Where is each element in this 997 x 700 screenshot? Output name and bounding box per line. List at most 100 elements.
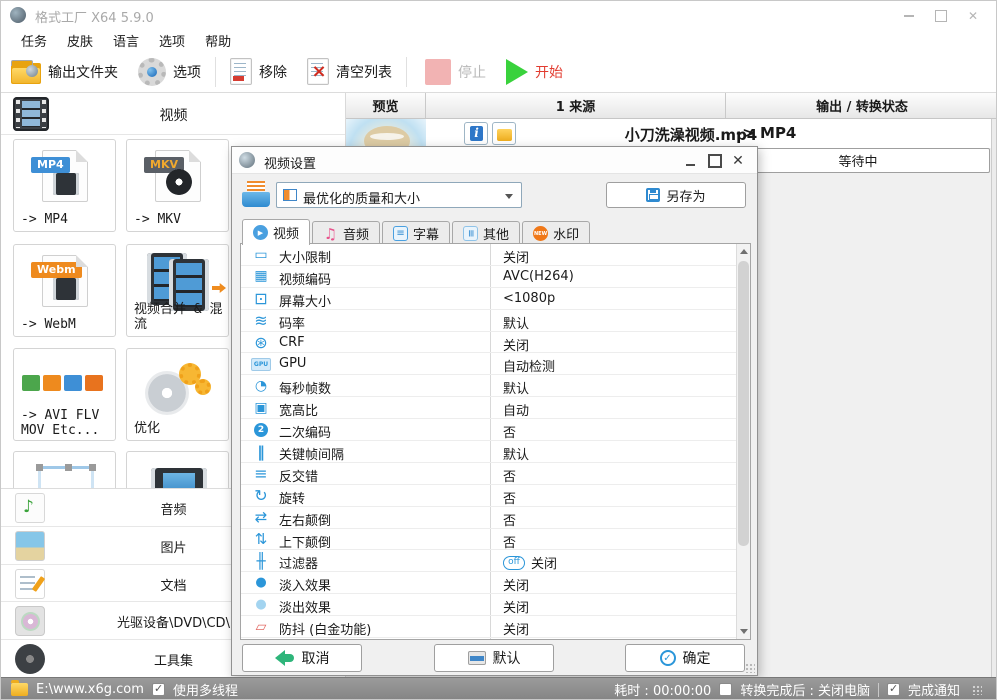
start-button[interactable]: 开始 <box>496 54 573 90</box>
setting-row-stabilize[interactable]: 防抖 (白金功能) 关闭 <box>241 616 750 638</box>
check-circle-icon <box>659 650 676 666</box>
media-info-button[interactable] <box>464 122 488 145</box>
setting-row-fade-in[interactable]: 淡入效果 关闭 <box>241 572 750 594</box>
tile-video-merge[interactable]: 视频合并 & 混流 <box>126 244 229 337</box>
new-badge-icon: NEW <box>533 226 549 241</box>
mkv-file-icon: MKV <box>144 150 201 202</box>
keyframe-bars-icon <box>251 443 271 460</box>
ruler-icon <box>251 246 271 263</box>
output-folder-button[interactable]: 输出文件夹 <box>1 54 128 90</box>
setting-row-deinterlace[interactable]: 反交错 否 <box>241 463 750 485</box>
tab-audio[interactable]: 音频 <box>312 221 381 245</box>
tile-to-mkv[interactable]: MKV -> MKV <box>126 139 229 232</box>
stop-button[interactable]: 停止 <box>415 54 496 90</box>
tile-label: -> AVI FLV MOV Etc... <box>21 408 108 438</box>
menu-language[interactable]: 语言 <box>113 31 139 50</box>
setting-row-fps[interactable]: 每秒帧数 默认 <box>241 375 750 397</box>
profile-chip-icon <box>283 189 297 201</box>
options-button[interactable]: 选项 <box>128 54 211 90</box>
tab-video[interactable]: 视频 <box>242 219 311 245</box>
stabilize-frame-icon <box>251 618 271 635</box>
setting-row-flip-horizontal[interactable]: 左右颠倒 否 <box>241 507 750 529</box>
elapsed-time: 耗时 : 00:00:00 <box>614 684 712 699</box>
notify-checkbox[interactable] <box>886 682 900 696</box>
setting-row-filter[interactable]: 过滤器 off 关闭 <box>241 550 750 572</box>
dialog-app-icon <box>239 152 255 168</box>
setting-row-bitrate[interactable]: 码率 默认 <box>241 310 750 332</box>
sidebar-header-video[interactable]: 视频 <box>1 93 345 135</box>
menu-task[interactable]: 任务 <box>21 31 47 50</box>
save-as-button[interactable]: 另存为 <box>606 182 746 208</box>
setting-row-two-pass[interactable]: 2 二次编码 否 <box>241 419 750 441</box>
tile-to-mp4[interactable]: MP4 -> MP4 <box>13 139 116 232</box>
header-source[interactable]: 1 来源 <box>426 93 726 118</box>
minimize-button[interactable] <box>896 7 922 25</box>
scroll-down-icon[interactable] <box>737 624 750 639</box>
app-window: 格式工厂 X64 5.9.0 任务 皮肤 语言 选项 帮助 输出文件夹 选项 移… <box>0 0 997 700</box>
setting-row-keyframe-interval[interactable]: 关键帧间隔 默认 <box>241 441 750 463</box>
setting-row-aspect-ratio[interactable]: 宽高比 自动 <box>241 397 750 419</box>
output-folder-icon <box>11 59 41 84</box>
setting-row-fade-out[interactable]: 淡出效果 关闭 <box>241 594 750 616</box>
open-folder-button[interactable] <box>492 122 516 145</box>
window-resize-grip[interactable] <box>972 684 982 695</box>
clear-list-button[interactable]: × 清空列表 <box>297 54 402 90</box>
setting-row-video-codec[interactable]: 视频编码 AVC(H264) <box>241 266 750 288</box>
scroll-up-icon[interactable] <box>737 244 750 259</box>
profile-dropdown[interactable]: 最优化的质量和大小 <box>276 182 522 208</box>
multithread-checkbox[interactable] <box>151 682 165 696</box>
default-stamp-icon <box>467 651 486 665</box>
dialog-title-bar[interactable]: 视频设置 <box>232 147 757 174</box>
ok-label: 确定 <box>682 651 711 667</box>
multithread-label: 使用多线程 <box>172 684 238 699</box>
setting-row-flip-vertical[interactable]: 上下颠倒 否 <box>241 529 750 551</box>
remove-doc-icon <box>230 58 252 85</box>
setting-row-gpu[interactable]: GPU GPU 自动检测 <box>241 353 750 375</box>
header-preview[interactable]: 预览 <box>346 93 426 118</box>
maximize-button[interactable] <box>928 7 954 25</box>
ok-button[interactable]: 确定 <box>625 644 745 672</box>
format-chips-icon <box>22 375 103 391</box>
mp4-file-icon: MP4 <box>31 150 88 202</box>
tab-watermark[interactable]: NEW 水印 <box>522 221 591 245</box>
tile-to-webm[interactable]: Webm -> WebM <box>13 244 116 337</box>
header-output-state[interactable]: 输出 / 转换状态 <box>726 93 996 118</box>
music-note-icon <box>323 226 338 241</box>
window-title: 格式工厂 X64 5.9.0 <box>35 11 154 26</box>
tile-to-avi-flv-mov[interactable]: -> AVI FLV MOV Etc... <box>13 348 116 441</box>
dialog-maximize-button[interactable] <box>704 152 726 169</box>
remove-button[interactable]: 移除 <box>220 54 297 90</box>
cancel-button[interactable]: 取消 <box>242 644 362 672</box>
task-row[interactable]: 小刀洗澡视频.mp4 -> MP4 <box>346 119 996 148</box>
default-button[interactable]: 默认 <box>434 644 554 672</box>
scroll-thumb[interactable] <box>738 261 749 546</box>
settings-list: 大小限制 关闭 视频编码 AVC(H264) 屏幕大小 <1080p 码率 默认… <box>240 243 751 640</box>
output-path-folder-icon[interactable] <box>11 680 28 696</box>
setting-row-rotate[interactable]: 旋转 否 <box>241 485 750 507</box>
close-button[interactable] <box>960 7 986 25</box>
menu-options[interactable]: 选项 <box>159 31 185 50</box>
table-scrollbar[interactable] <box>991 119 996 677</box>
setting-row-size-limit[interactable]: 大小限制 关闭 <box>241 244 750 266</box>
tile-label: 视频合并 & 混流 <box>134 302 223 332</box>
output-format: -> MP4 <box>736 124 797 142</box>
dialog-resize-grip[interactable] <box>745 663 755 673</box>
menu-help[interactable]: 帮助 <box>205 31 231 50</box>
tab-other[interactable]: 其他 <box>452 221 521 245</box>
settings-scrollbar[interactable] <box>736 244 750 639</box>
clear-list-doc-icon: × <box>307 58 329 85</box>
shutdown-after-checkbox[interactable] <box>719 683 733 696</box>
dialog-minimize-button[interactable] <box>679 152 701 169</box>
title-bar: 格式工厂 X64 5.9.0 <box>1 1 996 29</box>
setting-row-crf[interactable]: CRF 关闭 <box>241 332 750 354</box>
toolbar-separator <box>406 56 407 87</box>
source-filename: 小刀洗澡视频.mp4 <box>624 126 758 144</box>
video-play-icon <box>253 225 268 240</box>
dialog-close-button[interactable] <box>727 152 749 169</box>
output-path[interactable]: E:\www.x6g.com <box>36 682 144 697</box>
setting-row-screen-size[interactable]: 屏幕大小 <1080p <box>241 288 750 310</box>
tile-optimize[interactable]: 优化 <box>126 348 229 441</box>
tab-subtitle[interactable]: 字幕 <box>382 221 451 245</box>
save-as-label: 另存为 <box>666 189 706 205</box>
menu-skin[interactable]: 皮肤 <box>67 31 93 50</box>
